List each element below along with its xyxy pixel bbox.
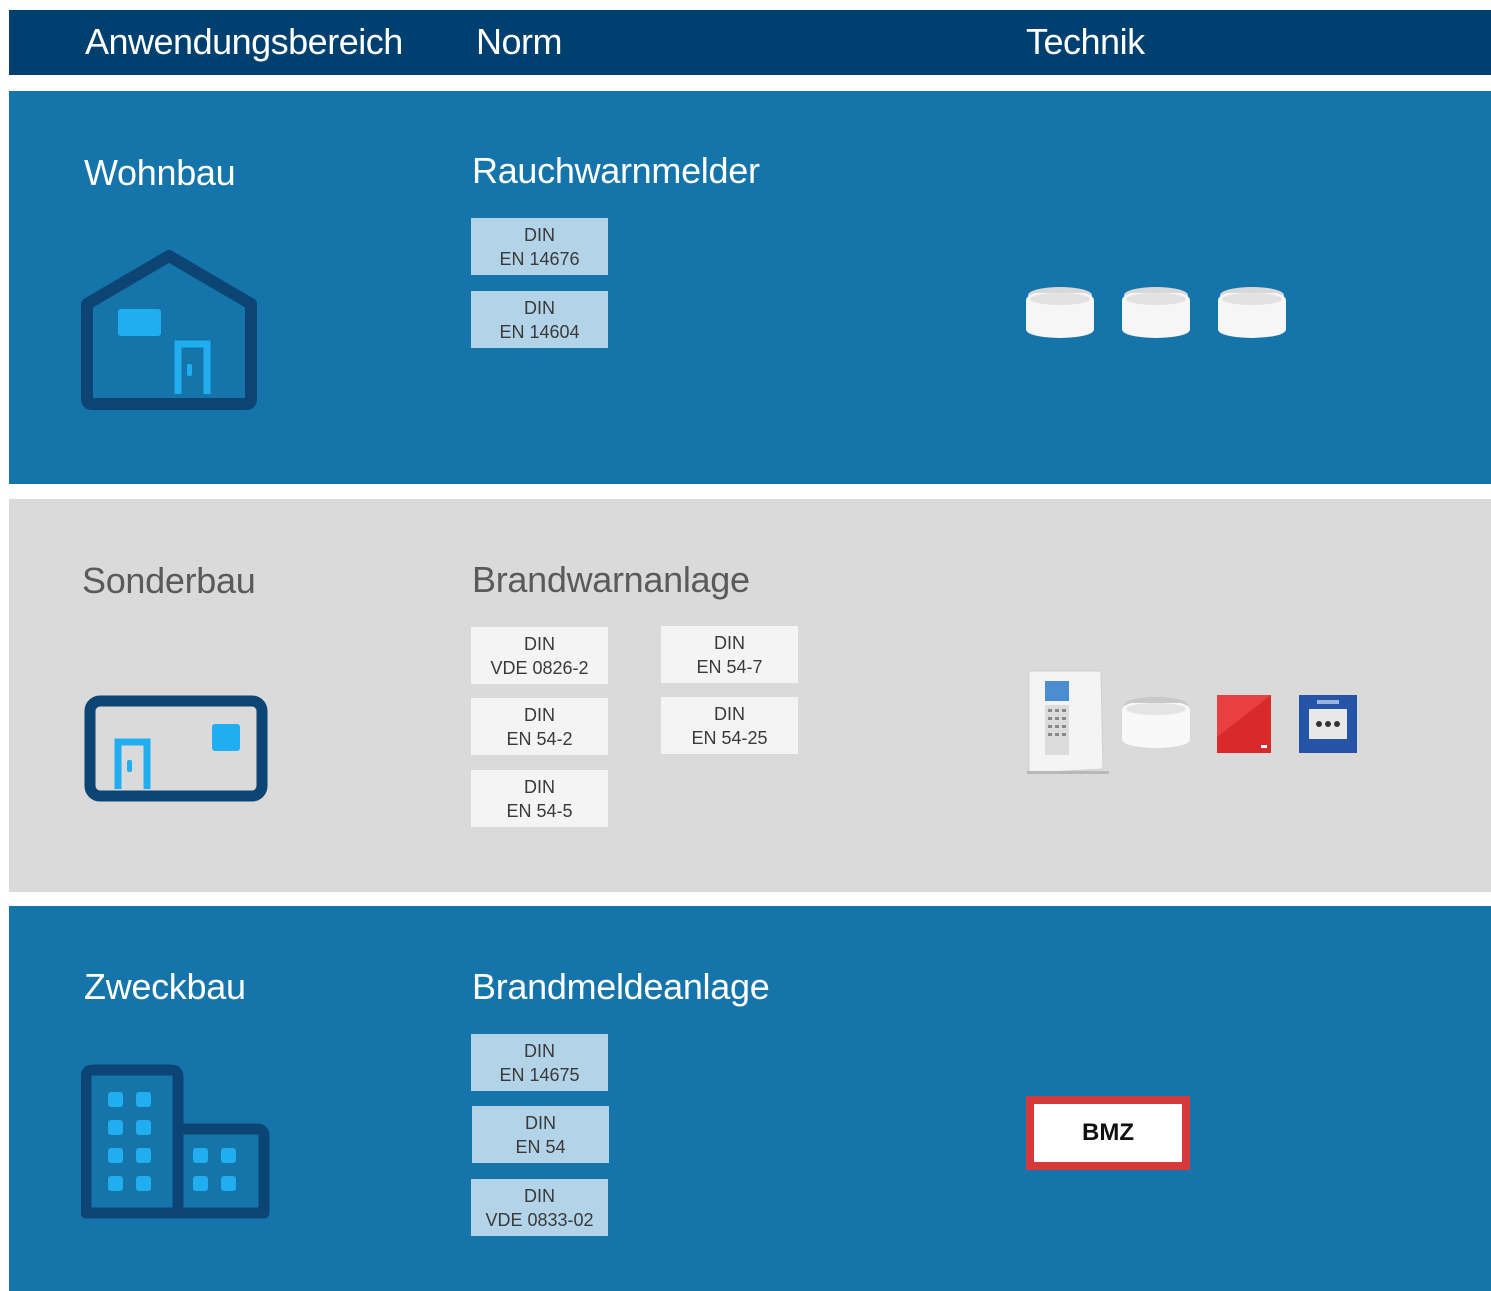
norm-badge: DIN EN 14676 xyxy=(471,218,608,275)
norm-badge: DIN EN 54-2 xyxy=(471,698,608,755)
house-icon xyxy=(81,250,257,410)
norm-title: Brandmeldeanlage xyxy=(472,966,770,1007)
flat-building-icon xyxy=(84,695,268,802)
control-panel-image xyxy=(1027,670,1109,774)
norm-badge: DIN VDE 0826-2 xyxy=(471,627,608,684)
norm-badge: DIN EN 14604 xyxy=(471,291,608,348)
header-col-tech: Technik xyxy=(1026,21,1145,62)
norm-title: Rauchwarnmelder xyxy=(472,150,760,191)
bmz-sign: BMZ xyxy=(1026,1096,1190,1170)
norm-badge: DIN EN 54-5 xyxy=(471,770,608,827)
area-title: Sonderbau xyxy=(82,560,256,601)
table-row: Zweckbau Brandmeldeanlage DIN EN 14675 D… xyxy=(9,906,1491,1291)
red-sounder-image xyxy=(1217,695,1271,753)
table-row: Sonderbau Brandwarnanlage DIN VDE 0826-2… xyxy=(9,499,1491,892)
header-col-area: Anwendungsbereich xyxy=(85,21,403,62)
smoke-detector-image xyxy=(1122,697,1190,748)
norm-title: Brandwarnanlage xyxy=(472,559,750,600)
manual-call-point-image xyxy=(1299,695,1357,753)
header-col-norm: Norm xyxy=(476,21,563,62)
norm-badge: DIN EN 54-7 xyxy=(661,626,798,683)
norm-badge: DIN EN 54 xyxy=(472,1106,609,1163)
office-buildings-icon xyxy=(81,1064,270,1219)
smoke-detector-image xyxy=(1026,287,1094,338)
norm-badge: DIN EN 54-25 xyxy=(661,697,798,754)
area-title: Wohnbau xyxy=(84,152,236,193)
norm-badge: DIN VDE 0833-02 xyxy=(471,1179,608,1236)
smoke-detector-image xyxy=(1218,287,1286,338)
table-row: Wohnbau Rauchwarnmelder DIN EN 14676 DIN… xyxy=(9,91,1491,484)
norm-badge: DIN EN 14675 xyxy=(471,1034,608,1091)
table-header: Anwendungsbereich Norm Technik xyxy=(9,10,1491,75)
area-title: Zweckbau xyxy=(84,966,246,1007)
smoke-detector-image xyxy=(1122,287,1190,338)
